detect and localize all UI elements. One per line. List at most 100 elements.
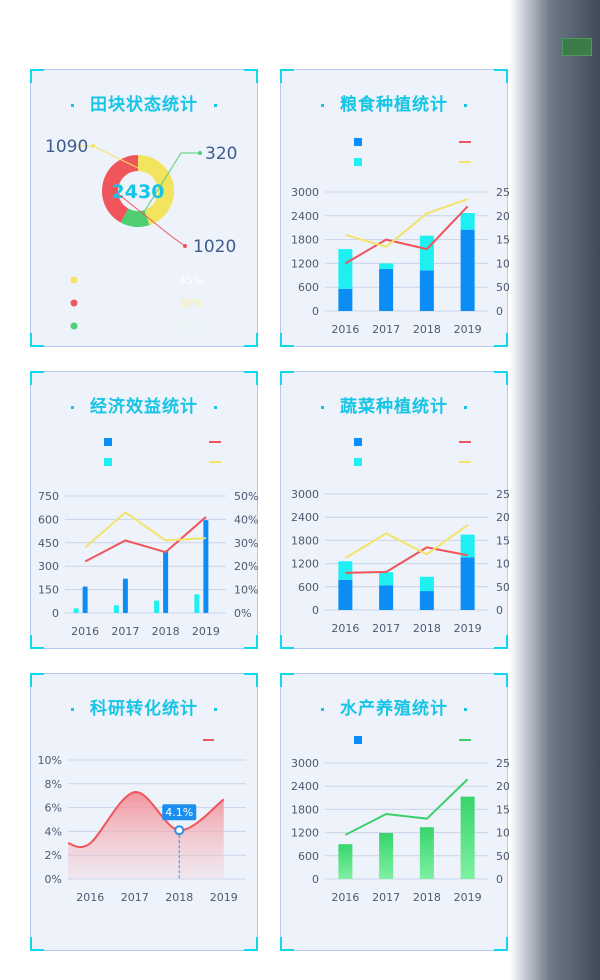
y-tick-label: 1800 — [291, 803, 319, 816]
chart-research-conversion: 0% 2% 4% 6% 8% 10% 2016 2017 2018 2019 4.1% — [38, 739, 246, 904]
y-tick-label: 2400 — [291, 210, 319, 223]
y2-tick-label: 10% — [234, 584, 258, 597]
bar — [338, 249, 353, 289]
y-tick-label: 10% — [38, 754, 62, 767]
y2-tick-label: 50 — [496, 581, 509, 594]
bar — [460, 557, 475, 610]
x-tick-label: 2018 — [165, 891, 193, 904]
legend-percent: 36% — [179, 297, 203, 310]
x-tick-label: 2017 — [372, 891, 400, 904]
bar — [379, 268, 394, 311]
bar — [73, 608, 79, 613]
x-tick-label: 2019 — [454, 891, 482, 904]
background-badge — [562, 38, 592, 56]
y2-tick-label: 250 — [496, 757, 509, 770]
legend-dot — [70, 322, 78, 330]
chart-aquaculture: 0 0 600 50 1200 100 1800 150 2400 200 3000 250 2016 2… — [291, 736, 509, 904]
bar — [379, 832, 394, 879]
y-tick-label: 600 — [298, 581, 319, 594]
legend-swatch — [354, 158, 362, 166]
panel-economic-benefit: 经济效益统计 0 0% 150 10% 300 20% 450 30% 600 40% 750 50%… — [30, 371, 258, 649]
y-tick-label: 2% — [45, 849, 62, 862]
pie-callout-dot — [183, 244, 187, 248]
y2-tick-label: 0 — [496, 873, 503, 886]
y2-tick-label: 150 — [496, 234, 509, 247]
y2-tick-label: 100 — [496, 827, 509, 840]
y-tick-label: 0 — [312, 305, 319, 318]
x-tick-label: 2018 — [413, 891, 441, 904]
chart-field-status: 24301090 320102045%36%19% — [45, 137, 237, 333]
bar — [379, 585, 394, 610]
pie-label: 320 — [205, 144, 237, 164]
y-tick-label: 1200 — [291, 558, 319, 571]
legend-swatch — [354, 736, 362, 744]
bar — [419, 270, 434, 311]
x-tick-label: 2017 — [111, 625, 139, 638]
bar — [419, 576, 434, 592]
bar — [203, 520, 209, 613]
x-tick-label: 2016 — [331, 622, 359, 635]
y2-tick-label: 50 — [496, 281, 509, 294]
y-tick-label: 3000 — [291, 757, 319, 770]
y2-tick-label: 100 — [496, 558, 509, 571]
bar — [122, 578, 128, 613]
bar — [82, 586, 88, 613]
background-dashboard-strip — [510, 0, 600, 980]
bar — [154, 600, 160, 613]
legend-percent: 45% — [179, 274, 203, 287]
y-tick-label: 600 — [298, 850, 319, 863]
legend-swatch — [354, 438, 362, 446]
panel-vegetable-planting: 蔬菜种植统计 006005012001001800150240020030002… — [280, 371, 509, 649]
tooltip-label: 4.1% — [165, 806, 193, 819]
pie-label: 1090 — [45, 137, 88, 157]
bar — [194, 594, 200, 613]
y-tick-label: 8% — [45, 778, 62, 791]
series-line — [344, 524, 469, 559]
x-tick-label: 2016 — [76, 891, 104, 904]
y2-tick-label: 200 — [496, 511, 509, 524]
legend-swatch — [104, 438, 112, 446]
pie-callout-dot — [198, 151, 202, 155]
y-tick-label: 150 — [38, 584, 59, 597]
x-tick-label: 2017 — [372, 323, 400, 336]
legend-dot — [70, 276, 78, 284]
y-tick-label: 3000 — [291, 186, 319, 199]
y-tick-label: 1800 — [291, 534, 319, 547]
bar — [338, 579, 353, 610]
bar — [379, 572, 394, 586]
y2-tick-label: 150 — [496, 534, 509, 547]
x-tick-label: 2019 — [210, 891, 238, 904]
y2-tick-label: 250 — [496, 488, 509, 501]
y2-tick-label: 200 — [496, 210, 509, 223]
y2-tick-label: 20% — [234, 560, 258, 573]
bar — [338, 844, 353, 879]
bar — [113, 605, 119, 613]
bar — [338, 288, 353, 311]
bar — [419, 591, 434, 610]
bar — [163, 550, 169, 613]
y-tick-label: 1200 — [291, 827, 319, 840]
y-tick-label: 1800 — [291, 234, 319, 247]
y-tick-label: 750 — [38, 490, 59, 503]
chart-economic-benefit: 0 0% 150 10% 300 20% 450 30% 600 40% 750 50% 2016 201… — [38, 438, 258, 638]
x-tick-label: 2017 — [121, 891, 149, 904]
y2-tick-label: 0 — [496, 604, 503, 617]
series-line — [344, 205, 469, 265]
series-line — [344, 778, 469, 836]
x-tick-label: 2018 — [413, 622, 441, 635]
y-tick-label: 6% — [45, 802, 62, 815]
y-tick-label: 0 — [52, 607, 59, 620]
chart-vegetable-planting: 0 0 600 50 1200 100 1800 150 2400 200 3000 250 2016 2… — [291, 438, 509, 635]
bar — [419, 827, 434, 879]
pie-slice — [120, 208, 150, 227]
panel-aquaculture: 水产养殖统计 006005012001001800150240020030002… — [280, 673, 509, 951]
y2-tick-label: 40% — [234, 513, 258, 526]
series-line — [84, 511, 206, 549]
legend-swatch — [354, 458, 362, 466]
x-tick-label: 2019 — [192, 625, 220, 638]
y-tick-label: 1200 — [291, 257, 319, 270]
pie-callout-dot — [91, 144, 95, 148]
bar — [460, 213, 475, 230]
bar — [338, 561, 353, 580]
panel-research-conversion: 科研转化统计 0% 2% 4% 6% 8% 10% 2016 2017 2018 2019 4.1% — [30, 673, 258, 951]
